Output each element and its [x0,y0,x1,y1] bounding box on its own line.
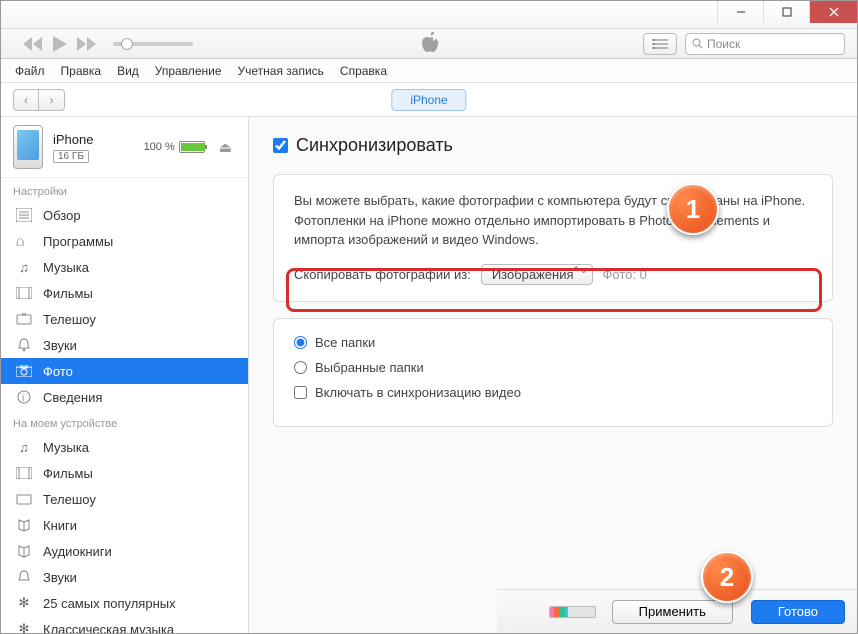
copy-source-panel: Вы можете выбрать, какие фотографии с ко… [273,174,833,302]
nav-back-button[interactable]: ‹ [13,89,39,111]
app-menubar: Файл Правка Вид Управление Учетная запис… [1,59,857,83]
camera-icon [15,363,33,379]
battery-icon [179,141,205,153]
sidebar-item-device-audiobooks[interactable]: Аудиокниги [1,538,248,564]
sidebar-item-device-music[interactable]: ♫Музыка [1,434,248,460]
sidebar-item-info[interactable]: iСведения [1,384,248,410]
menu-view[interactable]: Вид [117,64,139,78]
sidebar-item-device-movies[interactable]: Фильмы [1,460,248,486]
tv-icon [15,491,33,507]
info-icon: i [15,389,33,405]
footer-bar: Применить Готово [497,589,857,633]
storage-usage-bar [549,606,596,618]
sidebar-item-top25[interactable]: ✻25 самых популярных [1,590,248,616]
music-icon: ♫ [15,439,33,455]
menu-controls[interactable]: Управление [155,64,222,78]
bell-icon [15,337,33,353]
device-tab[interactable]: iPhone [391,89,466,111]
play-icon[interactable] [53,36,67,52]
selected-folders-radio[interactable] [294,361,307,374]
sidebar: iPhone 16 ГБ 100 % ⏏ Настройки Обзор ⩍Пр… [1,117,249,633]
window-close[interactable] [809,1,857,23]
sync-checkbox-row[interactable]: Синхронизировать [273,135,833,156]
menu-file[interactable]: Файл [15,64,45,78]
sidebar-item-classical[interactable]: ✻Классическая музыка [1,616,248,633]
book-icon [15,517,33,533]
include-video-row[interactable]: Включать в синхронизацию видео [294,385,812,400]
sidebar-item-device-tones[interactable]: Звуки [1,564,248,590]
sidebar-item-device-books[interactable]: Книги [1,512,248,538]
nav-row: ‹ › iPhone [1,83,857,117]
svg-text:i: i [22,393,24,404]
sync-label: Синхронизировать [296,135,453,156]
tv-icon [15,311,33,327]
device-capacity: 16 ГБ [53,150,89,163]
next-track-icon[interactable] [77,37,97,51]
sync-checkbox[interactable] [273,138,288,153]
done-button[interactable]: Готово [751,600,845,624]
photo-count: Фото: 0 [603,267,647,282]
include-video-checkbox[interactable] [294,386,307,399]
selected-folders-row[interactable]: Выбранные папки [294,360,812,375]
sidebar-section-ondevice: На моем устройстве [1,410,248,434]
window-maximize[interactable] [763,1,809,23]
search-placeholder: Поиск [707,37,740,51]
device-thumbnail-icon [13,125,43,169]
movies-icon [15,285,33,301]
gear-icon: ✻ [15,621,33,633]
window-titlebar [1,1,857,29]
sidebar-item-apps[interactable]: ⩍Программы [1,228,248,254]
eject-icon[interactable]: ⏏ [215,139,236,156]
gear-icon: ✻ [15,595,33,611]
sync-description: Вы можете выбрать, какие фотографии с ко… [294,191,812,250]
source-dropdown[interactable]: Изображения [481,264,593,285]
folder-options-panel: Все папки Выбранные папки Включать в син… [273,318,833,427]
svg-text:⩍: ⩍ [16,234,25,248]
audiobook-icon [15,543,33,559]
bell-icon [15,569,33,585]
sidebar-item-summary[interactable]: Обзор [1,202,248,228]
copy-from-label: Скопировать фотографии из: [294,267,471,282]
all-folders-row[interactable]: Все папки [294,335,812,350]
music-icon: ♫ [15,259,33,275]
device-battery: 100 % [144,141,205,153]
device-name: iPhone [53,132,134,147]
menu-account[interactable]: Учетная запись [238,64,324,78]
sidebar-item-tvshows[interactable]: Телешоу [1,306,248,332]
annotation-badge-2: 2 [701,551,753,603]
main-panel: Синхронизировать Вы можете выбрать, каки… [249,117,857,633]
sidebar-section-settings: Настройки [1,178,248,202]
sidebar-item-movies[interactable]: Фильмы [1,280,248,306]
apply-button[interactable]: Применить [612,600,733,624]
nav-forward-button[interactable]: › [39,89,65,111]
sidebar-item-music[interactable]: ♫Музыка [1,254,248,280]
menu-edit[interactable]: Правка [61,64,102,78]
summary-icon [15,207,33,223]
search-input[interactable]: Поиск [685,33,845,55]
window-minimize[interactable] [717,1,763,23]
menu-help[interactable]: Справка [340,64,387,78]
sidebar-item-device-tvshows[interactable]: Телешоу [1,486,248,512]
all-folders-radio[interactable] [294,336,307,349]
apple-logo-icon [419,32,439,56]
volume-slider[interactable] [113,42,193,46]
search-icon [692,38,703,49]
player-toolbar: Поиск [1,29,857,59]
sidebar-item-tones[interactable]: Звуки [1,332,248,358]
sidebar-item-photos[interactable]: Фото [1,358,248,384]
device-header: iPhone 16 ГБ 100 % ⏏ [1,117,248,178]
apps-icon: ⩍ [15,233,33,249]
annotation-badge-1: 1 [667,183,719,235]
prev-track-icon[interactable] [23,37,43,51]
list-view-button[interactable] [643,33,677,55]
movies-icon [15,465,33,481]
